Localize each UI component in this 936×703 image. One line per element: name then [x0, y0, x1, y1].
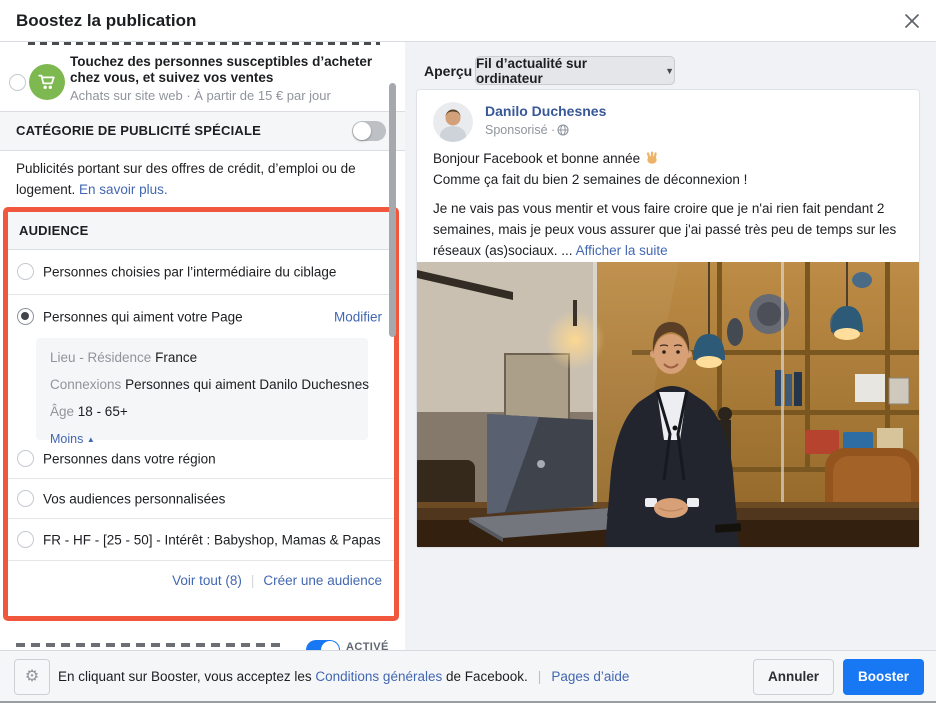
terms-link[interactable]: Conditions générales [315, 669, 442, 684]
radio-unselected[interactable] [17, 263, 34, 280]
audience-option-label: FR - HF - [25 - 50] - Intérêt : Babyshop… [43, 532, 381, 547]
sponsored-label: Sponsorisé · [485, 123, 556, 137]
avatar[interactable] [433, 102, 473, 142]
audience-option-page-likes[interactable]: Personnes qui aiment votre Page Modifier [8, 295, 394, 338]
audience-option-saved[interactable]: FR - HF - [25 - 50] - Intérêt : Babyshop… [8, 519, 394, 561]
see-more-link[interactable]: Afficher la suite [576, 243, 668, 258]
modify-link[interactable]: Modifier [334, 309, 382, 324]
placement-toggle[interactable] [306, 640, 340, 650]
audience-option-label: Vos audiences personnalisées [43, 491, 226, 506]
clipped-text-fragment [28, 42, 380, 45]
special-category-text: Publicités portant sur des offres de cré… [16, 161, 356, 197]
chevron-down-icon: ▼ [665, 65, 674, 76]
gear-icon[interactable]: ⚙ [14, 659, 50, 695]
detail-connections: Connexions Personnes qui aiment Danilo D… [50, 376, 369, 394]
post-body: Je ne vais pas vous mentir et vous faire… [433, 198, 909, 261]
wave-emoji-icon [646, 151, 657, 164]
audience-option-label: Personnes choisies par l’intermédiaire d… [43, 264, 337, 280]
preview-panel: Aperçu : Fil d’actualité sur ordinateur … [405, 42, 936, 650]
help-pages-link[interactable]: Pages d’aide [551, 669, 629, 684]
disclaimer-text: de Facebook. [442, 669, 528, 684]
see-all-link[interactable]: Voir tout (8) [172, 573, 242, 588]
audience-links-row: Voir tout (8) | Créer une audience [8, 561, 394, 601]
audience-option-custom[interactable]: Vos audiences personnalisées [8, 479, 394, 519]
disclaimer-text: En cliquant sur Booster, vous acceptez l… [58, 669, 316, 684]
audience-highlight-box: AUDIENCE Personnes choisies par l’interm… [3, 207, 399, 621]
dialog-title: Boostez la publication [16, 11, 197, 30]
cancel-button[interactable]: Annuler [753, 659, 834, 695]
boost-button[interactable]: Booster [843, 659, 924, 695]
links-divider: | [250, 573, 255, 588]
detail-value: Personnes qui aiment Danilo Duchesnes [125, 377, 369, 392]
goal-radio[interactable] [9, 74, 26, 91]
special-category-header: CATÉGORIE DE PUBLICITÉ SPÉCIALE [0, 111, 405, 151]
close-icon[interactable] [900, 9, 924, 33]
post-text: Bonjour Facebook et bonne année Comme ça… [433, 148, 909, 261]
radio-unselected[interactable] [17, 530, 34, 548]
goal-option-title: Touchez des personnes susceptibles d’ach… [70, 54, 373, 85]
footer-bar: ⚙ En cliquant sur Booster, vous acceptez… [0, 650, 936, 703]
create-audience-link[interactable]: Créer une audience [263, 573, 382, 588]
radio-unselected[interactable] [17, 489, 34, 507]
audience-option-targeting[interactable]: Personnes choisies par l’intermédiaire d… [8, 250, 394, 295]
special-category-header-label: CATÉGORIE DE PUBLICITÉ SPÉCIALE [16, 123, 262, 138]
detail-label: Connexions [50, 377, 122, 392]
audience-option-region[interactable]: Personnes dans votre région [8, 440, 394, 479]
audience-header-label: AUDIENCE [19, 223, 89, 238]
goal-option-row[interactable]: Touchez des personnes susceptibles d’ach… [0, 46, 390, 110]
post-line-2: Comme ça fait du bien 2 semaines de déco… [433, 172, 748, 187]
settings-panel: Touchez des personnes susceptibles d’ach… [0, 42, 405, 650]
dialog-header: Boostez la publication [0, 0, 936, 42]
post-line-1: Bonjour Facebook et bonne année [433, 148, 909, 169]
goal-option-subtitle: Achats sur site web · À partir de 15 € p… [70, 88, 331, 103]
clipped-text-fragment [16, 643, 286, 647]
detail-label: Lieu - Résidence [50, 350, 152, 365]
audience-option-label: Personnes qui aiment votre Page [43, 309, 243, 324]
preview-mode-value: Fil d’actualité sur ordinateur [476, 55, 588, 86]
clipped-placement-row: ACTIVÉ [0, 636, 390, 650]
post-line-1-text: Bonjour Facebook et bonne année [433, 151, 644, 166]
detail-age: Âge 18 - 65+ [50, 403, 354, 421]
post-meta: Sponsorisé · [485, 123, 569, 137]
globe-icon [557, 124, 569, 136]
toggle-status-label: ACTIVÉ [346, 641, 389, 650]
detail-value: France [155, 350, 198, 365]
detail-value: 18 - 65+ [77, 404, 128, 419]
post-preview-card: Danilo Duchesnes Sponsorisé · Bonjour Fa… [417, 90, 919, 547]
shopping-cart-icon [29, 64, 65, 100]
preview-mode-select[interactable]: Fil d’actualité sur ordinateur ▼ [475, 55, 675, 86]
footer-disclaimer: En cliquant sur Booster, vous acceptez l… [58, 651, 629, 703]
special-category-description: Publicités portant sur des offres de cré… [16, 158, 378, 200]
post-video-image[interactable] [417, 262, 919, 547]
preview-label: Aperçu : [424, 63, 481, 79]
audience-details-box: Lieu - Résidence France Connexions Perso… [36, 338, 369, 446]
detail-label: Âge [50, 404, 75, 419]
post-author-link[interactable]: Danilo Duchesnes [485, 103, 606, 119]
left-panel-scrollbar[interactable] [389, 83, 396, 337]
radio-unselected[interactable] [17, 450, 34, 467]
detail-location: Lieu - Résidence France [50, 349, 354, 367]
learn-more-link[interactable]: En savoir plus. [79, 182, 168, 197]
footer-divider: | [537, 669, 542, 684]
audience-header: AUDIENCE [8, 212, 394, 250]
boost-post-dialog: Boostez la publication Touchez des perso… [0, 0, 936, 703]
radio-selected[interactable] [17, 307, 34, 325]
audience-option-label: Personnes dans votre région [43, 451, 216, 467]
special-category-toggle[interactable] [352, 121, 386, 141]
